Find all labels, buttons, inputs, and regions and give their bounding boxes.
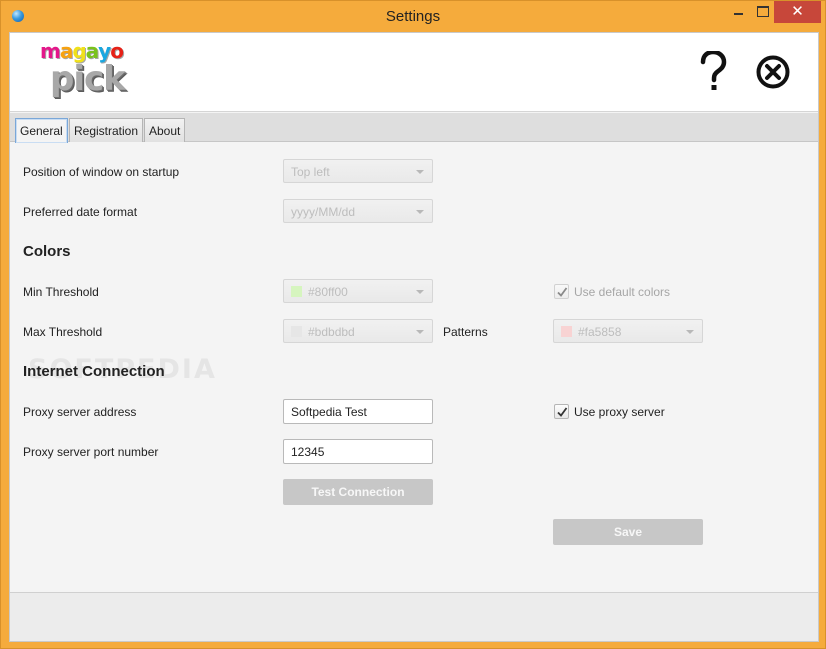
date-format-label: Preferred date format <box>23 205 138 219</box>
max-threshold-value: #bdbdbd <box>308 325 355 339</box>
chevron-down-icon <box>416 210 424 214</box>
checkmark-icon <box>557 407 568 417</box>
patterns-label: Patterns <box>443 325 488 339</box>
date-format-value: yyyy/MM/dd <box>291 205 356 219</box>
internet-connection-heading: Internet Connection <box>23 363 165 380</box>
proxy-address-label: Proxy server address <box>23 405 137 419</box>
position-combo[interactable]: Top left <box>283 159 433 183</box>
patterns-value: #fa5858 <box>578 325 622 339</box>
test-connection-button[interactable]: Test Connection <box>283 479 433 505</box>
proxy-address-input[interactable]: Softpedia Test <box>283 399 433 424</box>
proxy-port-label: Proxy server port number <box>23 445 159 459</box>
min-threshold-combo[interactable]: #80ff00 <box>283 279 433 303</box>
tab-general[interactable]: General <box>15 118 68 143</box>
title-bar[interactable]: Settings ✕ <box>1 1 825 32</box>
max-threshold-swatch <box>291 326 302 337</box>
chevron-down-icon <box>686 330 694 334</box>
window-close-button[interactable]: ✕ <box>774 1 821 23</box>
save-button[interactable]: Save <box>553 519 703 545</box>
position-value: Top left <box>291 165 330 179</box>
checkmark-icon <box>557 287 568 297</box>
footer-bar <box>10 592 818 641</box>
client-area: magayo pick General Registration About P… <box>9 32 819 642</box>
chevron-down-icon <box>416 170 424 174</box>
tab-about[interactable]: About <box>144 118 186 142</box>
tab-bar: General Registration About <box>10 113 818 143</box>
chevron-down-icon <box>416 290 424 294</box>
use-proxy-checkbox[interactable] <box>554 404 569 419</box>
app-header: magayo pick <box>10 33 818 112</box>
tab-registration[interactable]: Registration <box>69 118 144 142</box>
window-title: Settings <box>385 8 441 25</box>
question-mark-icon[interactable] <box>698 51 728 91</box>
minimize-button[interactable] <box>725 1 751 23</box>
date-format-combo[interactable]: yyyy/MM/dd <box>283 199 433 223</box>
close-icon: ✕ <box>791 3 804 20</box>
magayo-pick-logo: magayo pick <box>40 39 140 101</box>
logo-line-2: pick <box>50 59 126 99</box>
max-threshold-label: Max Threshold <box>23 325 103 339</box>
patterns-combo[interactable]: #fa5858 <box>553 319 703 343</box>
use-default-colors-checkbox[interactable] <box>554 284 569 299</box>
settings-window: Settings ✕ magayo pick General Registrat… <box>0 0 826 649</box>
use-proxy-label: Use proxy server <box>574 405 665 419</box>
min-threshold-swatch <box>291 286 302 297</box>
min-threshold-label: Min Threshold <box>23 285 99 299</box>
position-label: Position of window on startup <box>23 165 180 179</box>
patterns-swatch <box>561 326 572 337</box>
circle-x-icon[interactable] <box>756 55 790 89</box>
max-threshold-combo[interactable]: #bdbdbd <box>283 319 433 343</box>
use-default-colors-label: Use default colors <box>574 285 671 299</box>
maximize-button[interactable] <box>751 1 774 23</box>
proxy-port-input[interactable]: 12345 <box>283 439 433 464</box>
chevron-down-icon <box>416 330 424 334</box>
colors-heading: Colors <box>23 243 71 260</box>
min-threshold-value: #80ff00 <box>308 285 348 299</box>
